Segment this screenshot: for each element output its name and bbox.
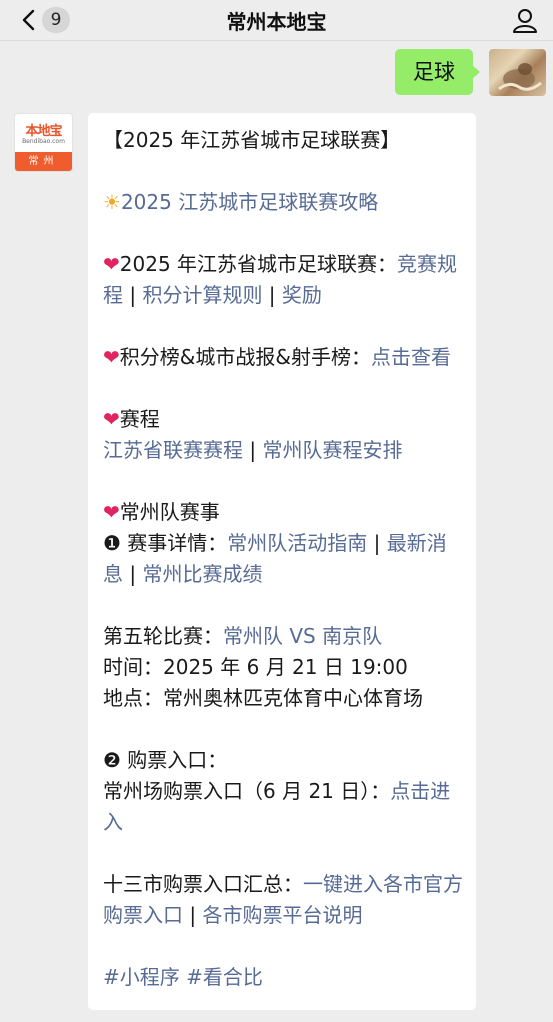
- heart-icon: ❤: [103, 407, 120, 431]
- events-paragraph: ❤常州队赛事 ❶ 赛事详情：常州队活动指南 | 最新消息 | 常州比赛成绩: [103, 497, 465, 590]
- ticket-label: ❷ 购票入口：: [103, 748, 228, 772]
- standings-paragraph: ❤积分榜&城市战报&射手榜：点击查看: [103, 342, 465, 373]
- match-place: 地点：常州奥林匹克体育中心体育场: [103, 686, 423, 710]
- thirteen-label: 十三市购票入口汇总：: [103, 872, 303, 896]
- message-headline: 【2025 年江苏省城市足球联赛】: [103, 128, 401, 152]
- home-ticket-label: 常州场购票入口（6 月 21 日）：: [103, 779, 391, 803]
- activity-guide-link[interactable]: 常州队活动指南: [227, 531, 367, 555]
- match-time: 时间：2025 年 6 月 21 日 19:00: [103, 655, 408, 679]
- logo-subtext: Bendibao.com: [22, 138, 65, 145]
- cut-off-line[interactable]: #小程序 #看合比: [103, 965, 263, 989]
- guide-link[interactable]: 2025 江苏城市足球联赛攻略: [121, 190, 378, 214]
- detail-label: ❶ 赛事详情：: [103, 531, 228, 555]
- incoming-message: 【2025 年江苏省城市足球联赛】 ☀2025 江苏城市足球联赛攻略 ❤2025…: [88, 113, 476, 1010]
- thirteen-cities-paragraph: 十三市购票入口汇总：一键进入各市官方购票入口 | 各市购票平台说明: [103, 869, 465, 931]
- back-icon[interactable]: [18, 8, 42, 32]
- schedule-label: 赛程: [119, 407, 160, 431]
- page-title: 常州本地宝: [226, 10, 327, 34]
- schedule-paragraph: ❤赛程 江苏省联赛赛程 | 常州队赛程安排: [103, 404, 465, 466]
- reward-link[interactable]: 奖励: [282, 283, 322, 307]
- standings-label: 积分榜&城市战报&射手榜：: [119, 345, 371, 369]
- user-avatar[interactable]: [489, 49, 546, 96]
- rules-label: 2025 年江苏省城市足球联赛：: [119, 252, 398, 276]
- match-paragraph: 第五轮比赛：常州队 VS 南京队 时间：2025 年 6 月 21 日 19:0…: [103, 621, 465, 714]
- unread-count-badge[interactable]: 9: [42, 7, 70, 33]
- ticket-platform-link[interactable]: 各市购票平台说明: [202, 903, 362, 927]
- sun-icon: ☀: [103, 190, 121, 214]
- round-label: 第五轮比赛：: [103, 624, 223, 648]
- separator: |: [262, 283, 282, 307]
- ticket-paragraph: ❷ 购票入口： 常州场购票入口（6 月 21 日）：点击进入: [103, 745, 465, 838]
- results-link[interactable]: 常州比赛成绩: [142, 562, 262, 586]
- message-content: 【2025 年江苏省城市足球联赛】 ☀2025 江苏城市足球联赛攻略 ❤2025…: [103, 125, 465, 1010]
- bubble-fade: [88, 988, 476, 1010]
- changzhou-schedule-link[interactable]: 常州队赛程安排: [262, 438, 402, 462]
- heart-icon: ❤: [103, 500, 120, 524]
- separator: |: [183, 903, 203, 927]
- rules-paragraph: ❤2025 年江苏省城市足球联赛：竞赛规程 | 积分计算规则 | 奖励: [103, 249, 465, 311]
- guide-paragraph: ☀2025 江苏城市足球联赛攻略: [103, 187, 465, 218]
- profile-icon[interactable]: [511, 6, 539, 34]
- heart-icon: ❤: [103, 345, 120, 369]
- heart-icon: ❤: [103, 252, 120, 276]
- logo-city: 常州: [15, 152, 72, 171]
- province-schedule-link[interactable]: 江苏省联赛赛程: [103, 438, 243, 462]
- bot-avatar[interactable]: 本地宝 Bendibao.com 常州: [14, 113, 73, 172]
- standings-link[interactable]: 点击查看: [371, 345, 451, 369]
- separator: |: [123, 283, 143, 307]
- outgoing-message[interactable]: 足球: [395, 49, 480, 95]
- separator: |: [123, 562, 143, 586]
- events-label: 常州队赛事: [119, 500, 220, 524]
- points-rule-link[interactable]: 积分计算规则: [142, 283, 262, 307]
- separator: |: [367, 531, 387, 555]
- headline-paragraph: 【2025 年江苏省城市足球联赛】: [103, 125, 465, 156]
- match-link[interactable]: 常州队 VS 南京队: [223, 624, 382, 648]
- user-avatar-image: [498, 63, 542, 91]
- separator: |: [243, 438, 263, 462]
- top-bar: 9 常州本地宝: [0, 0, 553, 41]
- logo-text: 本地宝: [25, 124, 62, 139]
